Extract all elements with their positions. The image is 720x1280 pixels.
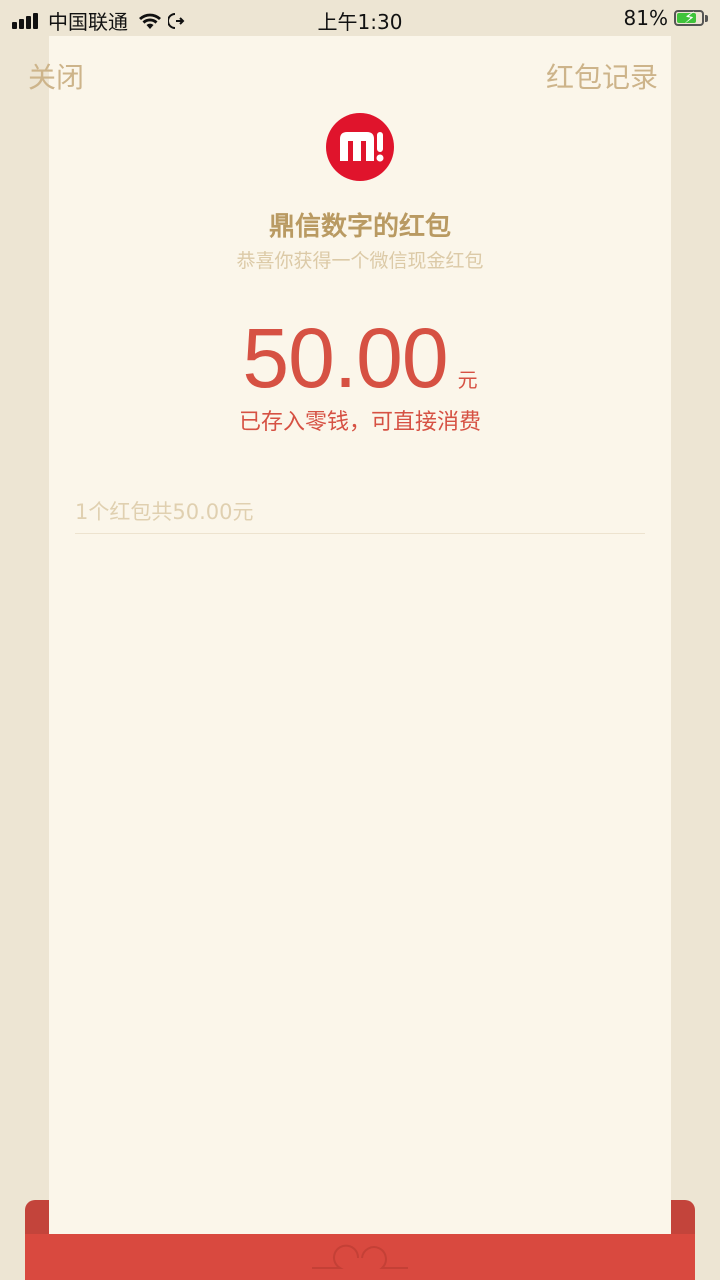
battery-charging-icon: ⚡	[674, 8, 704, 27]
amount-unit: 元	[457, 368, 478, 392]
close-button[interactable]: 关闭	[28, 56, 84, 96]
cloud-pattern-icon	[312, 1244, 408, 1269]
stored-to-balance-link[interactable]: 已存入零钱，可直接消费	[0, 404, 720, 436]
sender-title: 鼎信数字的红包	[268, 212, 451, 242]
status-right: 81% ⚡	[624, 6, 708, 30]
red-packet-records-button[interactable]: 红包记录	[546, 56, 658, 96]
amount-row: 50.00 元	[0, 310, 720, 407]
battery-cap	[705, 14, 708, 22]
red-packet-detail-screen: 中国联通 上午1:30 81% ⚡ 关闭 红包记录 鼎信数字的红包 恭喜你获得一…	[0, 0, 720, 1280]
packet-subtitle: 恭喜你获得一个微信现金红包	[236, 250, 484, 272]
packet-amount: 50.00	[242, 311, 448, 405]
divider	[75, 533, 645, 534]
m-logo-icon	[326, 113, 394, 181]
status-time: 上午1:30	[317, 10, 403, 34]
battery-percent: 81%	[623, 6, 668, 30]
packet-summary: 1个红包共50.00元	[75, 500, 254, 524]
charging-bolt-icon: ⚡	[684, 8, 696, 27]
m-logo-glyph	[340, 132, 384, 162]
status-bar: 中国联通 上午1:30 81% ⚡	[0, 0, 720, 36]
